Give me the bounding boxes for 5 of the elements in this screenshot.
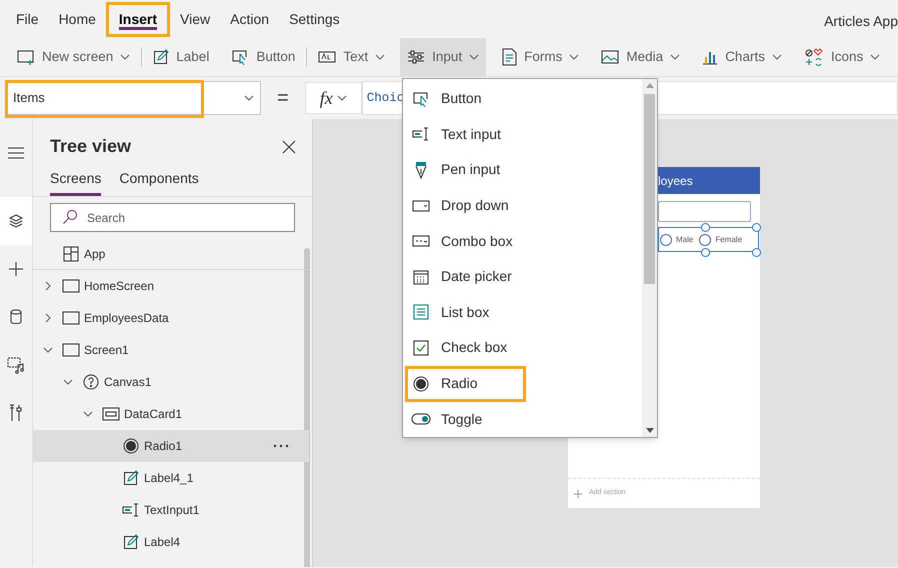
equals-sign: = [276,86,290,111]
panel-title: Tree view [50,135,132,158]
app-title: Articles App [824,12,898,31]
radio-label: Male [676,234,694,246]
radio-label: Female [715,234,742,246]
